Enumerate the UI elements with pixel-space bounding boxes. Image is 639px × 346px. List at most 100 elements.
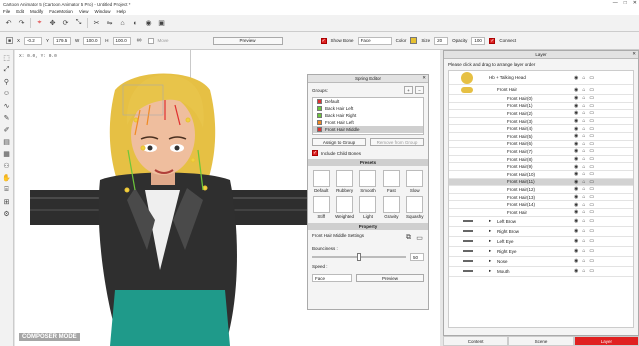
eye-icon[interactable]: ◉ [574,156,578,162]
expand-icon[interactable]: ▸ [489,238,491,244]
link-icon[interactable]: ∞ [135,36,144,45]
menu-facemotion[interactable]: FaceMotion [49,9,73,14]
layer-box-icon[interactable]: ▭ [589,141,594,147]
eye-icon[interactable]: ◉ [574,164,578,170]
lock-icon[interactable]: ⌂ [582,218,585,224]
assign-to-group-button[interactable]: Assign to Group [312,138,366,146]
expand-icon[interactable]: ▸ [489,218,491,224]
include-child-checkbox[interactable]: ✓ [312,150,318,156]
menu-file[interactable]: File [3,9,10,14]
tab-scene[interactable]: Scene [508,336,574,346]
layer-row-part[interactable]: ▸ Right Eye ◉ ⌂ ▭ [449,246,633,257]
grid-tool-icon[interactable]: ⊞ [2,197,11,206]
lock-icon[interactable]: ⌂ [582,179,585,185]
preset-default[interactable]: Default [311,170,331,193]
eye-icon[interactable]: ◉ [574,179,578,185]
render-icon[interactable]: ▣ [157,19,166,28]
eye-icon[interactable]: ◉ [574,258,578,264]
layer-row[interactable]: Front Hair(6) ◉ ⌂ ▭ [449,140,633,149]
preset-light[interactable]: Light [358,196,378,219]
layer-box-icon[interactable]: ▭ [589,179,594,185]
group-item-front-hair-left[interactable]: Front Hair Left [313,119,423,126]
eye-icon[interactable]: ◉ [574,95,578,101]
close-button[interactable]: ✕ [633,0,637,6]
close-icon[interactable]: ✕ [632,51,636,57]
preset-squashy[interactable]: Squashy [405,196,425,219]
bone-tool-icon[interactable]: ⚲ [2,77,11,86]
menu-help[interactable]: Help [117,9,126,14]
mirror-icon[interactable]: ⇋ [105,19,114,28]
group-item-back-hair-left[interactable]: Back Hair Left [313,105,423,112]
layer-box-icon[interactable]: ▭ [589,228,594,234]
maximize-button[interactable]: □ [624,0,627,6]
tab-layer[interactable]: Layer [573,336,639,346]
camera-tool-icon[interactable]: ⌸ [2,185,11,194]
layer-row[interactable]: Front Hair(9) ◉ ⌂ ▭ [449,163,633,171]
layer-row[interactable]: Front Hair(10) ◉ ⌂ ▭ [449,170,633,179]
layer-row[interactable]: Front Hair(7) ◉ ⌂ ▭ [449,148,633,156]
slider-thumb[interactable] [357,253,362,261]
preset-stiff[interactable]: Stiff [311,196,331,219]
lock-icon[interactable]: ■ [6,37,13,44]
layer-row[interactable]: Front Hair(0) ◉ ⌂ ▭ [449,95,633,103]
layer-row[interactable]: Front Hair(8) ◉ ⌂ ▭ [449,155,633,164]
layer-row-front-hair[interactable]: Front Hair ◉ ⌂ ▭ [449,85,633,95]
layer-box-icon[interactable]: ▭ [589,110,594,116]
redo-icon[interactable]: ↷ [17,19,26,28]
face-preview-select[interactable]: Face [312,274,352,282]
layer-row[interactable]: Front Hair(11) ◉ ⌂ ▭ [449,178,633,187]
pen-tool-icon[interactable]: ✎ [2,113,11,122]
sprite-tool-icon[interactable]: ▤ [2,137,11,146]
layer-row-part[interactable]: ▸ Mouth ◉ ⌂ ▭ [449,266,633,277]
expand-icon[interactable]: ▸ [489,268,491,274]
select-icon[interactable]: ⌖ [35,19,44,28]
eye-icon[interactable]: ◉ [574,171,578,177]
eye-icon[interactable]: ◉ [574,141,578,147]
layer-box-icon[interactable]: ▭ [589,133,594,139]
menu-view[interactable]: View [79,9,89,14]
connect-checkbox[interactable]: ✓ [489,37,496,44]
y-field[interactable]: 179.5 [53,36,72,45]
w-field[interactable]: 100.0 [83,36,102,45]
lock-icon[interactable]: ⌂ [582,228,585,234]
layer-box-icon[interactable]: ▭ [589,238,594,244]
lock-icon[interactable]: ⌂ [582,202,585,208]
lock-icon[interactable]: ⌂ [582,258,585,264]
copy-icon[interactable]: ⧉ [404,233,413,242]
layer-row[interactable]: Front Hair(12) ◉ ⌂ ▭ [449,186,633,194]
layer-box-icon[interactable]: ▭ [589,95,594,101]
tab-content[interactable]: Content [443,336,509,346]
lock-icon[interactable]: ⌂ [582,103,585,109]
preset-gravity[interactable]: Gravity [381,196,401,219]
layer-box-icon[interactable]: ▭ [589,87,594,93]
layer-box-icon[interactable]: ▭ [589,164,594,170]
lock-icon[interactable]: ⌂ [582,110,585,116]
group-item-front-hair-middle[interactable]: Front Hair Middle [313,126,423,133]
layer-row-part[interactable]: ▸ Left Brow ◉ ⌂ ▭ [449,216,633,227]
layer-box-icon[interactable]: ▭ [589,75,594,81]
preset-weighted[interactable]: Weighted [334,196,354,219]
layer-box-icon[interactable]: ▭ [589,186,594,192]
eye-icon[interactable]: ◉ [574,268,578,274]
eye-icon[interactable]: ◉ [574,118,578,124]
layer-box-icon[interactable]: ▭ [589,248,594,254]
layer-box-icon[interactable]: ▭ [589,209,594,215]
close-icon[interactable]: ✕ [422,75,426,81]
size-field[interactable]: 20 [434,36,449,45]
select-tool-icon[interactable]: ⬚ [2,53,11,62]
eye-icon[interactable]: ◉ [574,75,578,81]
bone-icon[interactable]: ✂ [92,19,101,28]
brush-tool-icon[interactable]: ✐ [2,125,11,134]
lock-icon[interactable]: ⌂ [582,75,585,81]
layer-row[interactable]: Front Hair(1) ◉ ⌂ ▭ [449,102,633,111]
layer-root-row[interactable]: Hb + Talking Head ◉ ⌂ ▭ [449,71,633,85]
pin-icon[interactable]: ⌂ [118,19,127,28]
opacity-field[interactable]: 100 [471,36,486,45]
eye-icon[interactable]: ◉ [574,238,578,244]
eye-icon[interactable]: ◉ [574,186,578,192]
transform-tool-icon[interactable]: ⤢ [2,65,11,74]
layer-row[interactable]: Front Hair ◉ ⌂ ▭ [449,208,633,217]
layer-box-icon[interactable]: ▭ [589,148,594,154]
lock-icon[interactable]: ⌂ [582,238,585,244]
layer-row[interactable]: Front Hair(2) ◉ ⌂ ▭ [449,110,633,118]
